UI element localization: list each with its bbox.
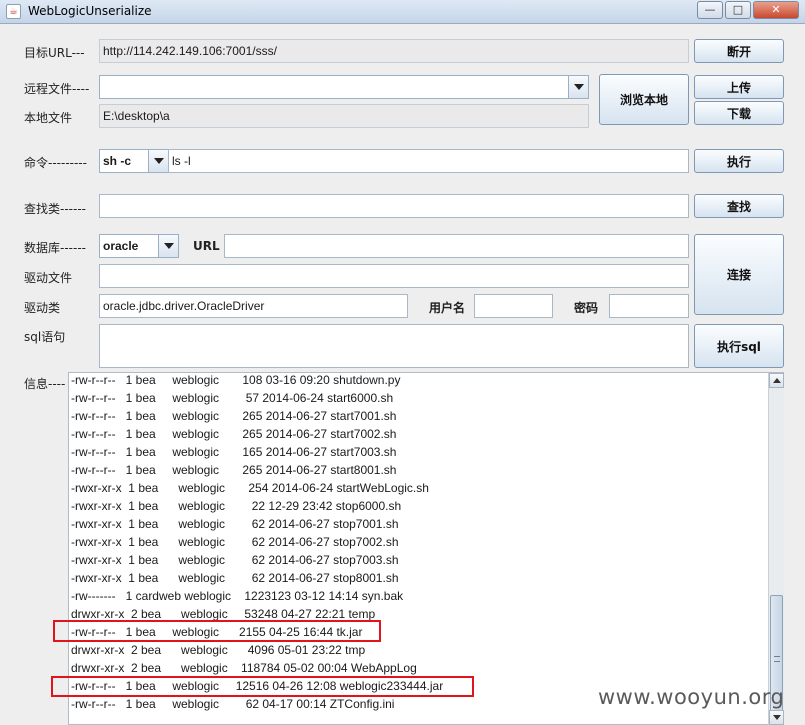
info-output[interactable]: -rw-r--r-- 1 bea weblogic 108 03-16 09:2… xyxy=(68,372,784,725)
list-item: -rw-r--r-- 1 bea weblogic 57 2014-06-24 … xyxy=(71,391,394,405)
local-file-field[interactable]: E:\desktop\a xyxy=(99,104,589,128)
java-cup-icon: ☕ xyxy=(6,4,21,19)
database-label: 数据库------ xyxy=(24,241,86,255)
database-type-value: oracle xyxy=(103,239,139,253)
list-item: -rw-r--r-- 1 bea weblogic 108 03-16 09:2… xyxy=(71,373,401,387)
command-input[interactable]: ls -l xyxy=(168,149,689,173)
window-title: WebLogicUnserialize xyxy=(28,4,152,18)
list-item: -rw-r--r-- 1 bea weblogic 265 2014-06-27… xyxy=(71,409,397,423)
local-file-label: 本地文件 xyxy=(24,111,73,125)
scroll-down-icon[interactable] xyxy=(769,710,784,725)
driver-file-input[interactable] xyxy=(99,264,689,288)
list-item: -rwxr-xr-x 1 bea weblogic 62 2014-06-27 … xyxy=(71,535,399,549)
chevron-down-icon[interactable] xyxy=(568,76,588,98)
execute-button[interactable]: 执行 xyxy=(694,149,784,173)
execute-sql-button[interactable]: 执行sql xyxy=(694,324,784,368)
connect-button[interactable]: 连接 xyxy=(694,234,784,315)
watermark: www.wooyun.org xyxy=(598,685,785,709)
list-item: -rw-r--r-- 1 bea weblogic 62 04-17 00:14… xyxy=(71,697,395,711)
list-item: -rwxr-xr-x 1 bea weblogic 62 2014-06-27 … xyxy=(71,553,399,567)
sql-label: sql语句 xyxy=(24,330,66,344)
password-label: 密码 xyxy=(574,301,599,315)
close-button[interactable]: ✕ xyxy=(753,1,799,19)
list-item: -rw-r--r-- 1 bea weblogic 165 2014-06-27… xyxy=(71,445,397,459)
target-url-label: 目标URL--- xyxy=(24,46,85,60)
driver-class-input[interactable]: oracle.jdbc.driver.OracleDriver xyxy=(99,294,408,318)
driver-class-label: 驱动类 xyxy=(24,301,61,315)
list-item: -rwxr-xr-x 1 bea weblogic 62 2014-06-27 … xyxy=(71,571,399,585)
username-label: 用户名 xyxy=(429,301,466,315)
list-item: -rw-r--r-- 1 bea weblogic 265 2014-06-27… xyxy=(71,427,397,441)
grip-icon xyxy=(774,656,780,662)
database-type-select[interactable]: oracle xyxy=(99,234,179,258)
list-item: -rwxr-xr-x 1 bea weblogic 22 12-29 23:42… xyxy=(71,499,402,513)
info-scrollbar[interactable] xyxy=(768,373,784,725)
sql-textarea[interactable] xyxy=(99,324,689,368)
disconnect-button[interactable]: 断开 xyxy=(694,39,784,63)
command-label: 命令--------- xyxy=(24,156,87,170)
find-class-input[interactable] xyxy=(99,194,689,218)
download-button[interactable]: 下载 xyxy=(694,101,784,125)
highlight-box-weblogic-jar xyxy=(51,676,474,697)
list-item: drwxr-xr-x 2 bea weblogic 4096 05-01 23:… xyxy=(71,643,366,657)
highlight-box-tk-jar xyxy=(53,620,381,642)
remote-file-combo[interactable] xyxy=(99,75,589,99)
list-item: -rw------- 1 cardweb weblogic 1223123 03… xyxy=(71,589,404,603)
scroll-up-icon[interactable] xyxy=(769,373,784,388)
username-input[interactable] xyxy=(474,294,553,318)
minimize-button[interactable]: — xyxy=(697,1,723,19)
url-label: URL xyxy=(193,239,220,253)
upload-button[interactable]: 上传 xyxy=(694,75,784,99)
find-class-label: 查找类------ xyxy=(24,202,86,216)
chevron-down-icon[interactable] xyxy=(148,150,168,172)
target-url-field[interactable]: http://114.242.149.106:7001/sss/ xyxy=(99,39,689,63)
list-item: -rwxr-xr-x 1 bea weblogic 62 2014-06-27 … xyxy=(71,517,399,531)
db-url-input[interactable] xyxy=(224,234,689,258)
list-item: -rwxr-xr-x 1 bea weblogic 254 2014-06-24… xyxy=(71,481,429,495)
title-bar[interactable]: ☕ WebLogicUnserialize — □ ✕ xyxy=(0,0,805,24)
maximize-button[interactable]: □ xyxy=(725,1,751,19)
find-button[interactable]: 查找 xyxy=(694,194,784,218)
remote-file-label: 远程文件---- xyxy=(24,82,90,96)
chevron-down-icon[interactable] xyxy=(158,235,178,257)
list-item: drwxr-xr-x 2 bea weblogic 118784 05-02 0… xyxy=(71,661,417,675)
shell-select[interactable]: sh -c xyxy=(99,149,169,173)
info-label: 信息---- xyxy=(24,377,66,391)
shell-select-value: sh -c xyxy=(103,154,132,168)
list-item: -rw-r--r-- 1 bea weblogic 265 2014-06-27… xyxy=(71,463,397,477)
password-input[interactable] xyxy=(609,294,689,318)
browse-local-button[interactable]: 浏览本地 xyxy=(599,74,689,125)
driver-file-label: 驱动文件 xyxy=(24,271,73,285)
